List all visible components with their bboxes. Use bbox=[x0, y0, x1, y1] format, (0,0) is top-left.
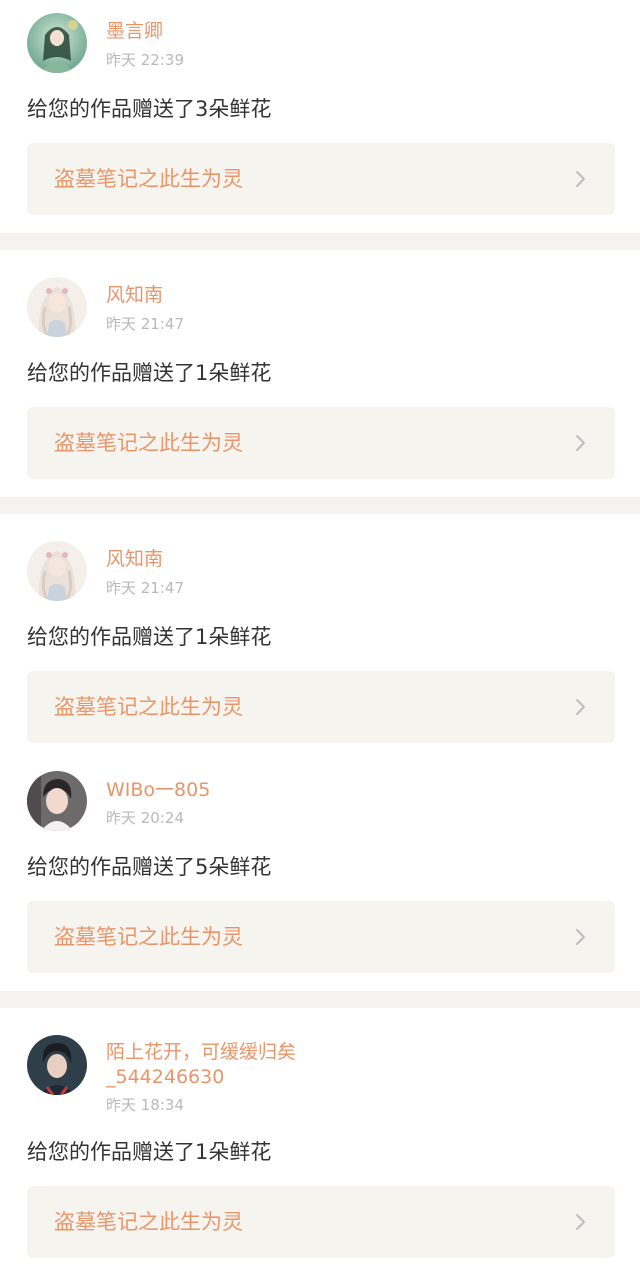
timestamp: 昨天 18:34 bbox=[106, 1096, 184, 1114]
timestamp: 昨天 21:47 bbox=[106, 579, 184, 597]
avatar-green-fairy-icon bbox=[27, 13, 87, 73]
user-avatar[interactable] bbox=[27, 771, 87, 831]
card-divider bbox=[0, 497, 640, 514]
gift-message: 给您的作品赠送了1朵鲜花 bbox=[27, 625, 272, 649]
avatar-white-hair-girl-icon bbox=[27, 541, 87, 601]
username-suffix[interactable]: _544246630 bbox=[106, 1065, 224, 1089]
avatar-white-hair-girl-icon bbox=[27, 277, 87, 337]
timestamp: 昨天 21:47 bbox=[106, 315, 184, 333]
notification-card: 风知南 昨天 21:47 给您的作品赠送了1朵鲜花 盗墓笔记之此生为灵 bbox=[0, 514, 640, 745]
user-avatar[interactable] bbox=[27, 13, 87, 73]
card-divider bbox=[0, 233, 640, 250]
username[interactable]: WIBo一805 bbox=[106, 778, 210, 802]
gift-message: 给您的作品赠送了1朵鲜花 bbox=[27, 361, 272, 385]
book-link-button[interactable]: 盗墓笔记之此生为灵 bbox=[27, 143, 615, 215]
book-link-button[interactable]: 盗墓笔记之此生为灵 bbox=[27, 1186, 615, 1258]
notification-card: WIBo一805 昨天 20:24 给您的作品赠送了5朵鲜花 盗墓笔记之此生为灵 bbox=[0, 745, 640, 991]
book-title: 盗墓笔记之此生为灵 bbox=[54, 431, 243, 455]
gift-message: 给您的作品赠送了5朵鲜花 bbox=[27, 855, 272, 879]
chevron-right-icon bbox=[576, 929, 585, 945]
avatar-young-man-dark-icon bbox=[27, 1035, 87, 1095]
notification-card: 陌上花开，可缓缓归矣 _544246630 昨天 18:34 给您的作品赠送了1… bbox=[0, 1008, 640, 1274]
chevron-right-icon bbox=[576, 1214, 585, 1230]
chevron-right-icon bbox=[576, 171, 585, 187]
timestamp: 昨天 22:39 bbox=[106, 51, 184, 69]
notification-card: 风知南 昨天 21:47 给您的作品赠送了1朵鲜花 盗墓笔记之此生为灵 bbox=[0, 250, 640, 497]
avatar-young-man-icon bbox=[27, 771, 87, 831]
notification-card: 墨言卿 昨天 22:39 给您的作品赠送了3朵鲜花 盗墓笔记之此生为灵 bbox=[0, 0, 640, 233]
user-avatar[interactable] bbox=[27, 277, 87, 337]
book-title: 盗墓笔记之此生为灵 bbox=[54, 1210, 243, 1234]
gift-message: 给您的作品赠送了1朵鲜花 bbox=[27, 1140, 272, 1164]
chevron-right-icon bbox=[576, 699, 585, 715]
card-divider bbox=[0, 991, 640, 1008]
username[interactable]: 墨言卿 bbox=[106, 19, 163, 43]
book-title: 盗墓笔记之此生为灵 bbox=[54, 695, 243, 719]
book-link-button[interactable]: 盗墓笔记之此生为灵 bbox=[27, 671, 615, 743]
book-title: 盗墓笔记之此生为灵 bbox=[54, 167, 243, 191]
gift-notification-feed: 墨言卿 昨天 22:39 给您的作品赠送了3朵鲜花 盗墓笔记之此生为灵 风知南 … bbox=[0, 0, 640, 1274]
username[interactable]: 风知南 bbox=[106, 547, 163, 571]
username[interactable]: 陌上花开，可缓缓归矣 bbox=[106, 1040, 296, 1064]
book-link-button[interactable]: 盗墓笔记之此生为灵 bbox=[27, 407, 615, 479]
chevron-right-icon bbox=[576, 435, 585, 451]
timestamp: 昨天 20:24 bbox=[106, 809, 184, 827]
user-avatar[interactable] bbox=[27, 541, 87, 601]
book-title: 盗墓笔记之此生为灵 bbox=[54, 925, 243, 949]
book-link-button[interactable]: 盗墓笔记之此生为灵 bbox=[27, 901, 615, 973]
gift-message: 给您的作品赠送了3朵鲜花 bbox=[27, 97, 272, 121]
user-avatar[interactable] bbox=[27, 1035, 87, 1095]
username[interactable]: 风知南 bbox=[106, 283, 163, 307]
